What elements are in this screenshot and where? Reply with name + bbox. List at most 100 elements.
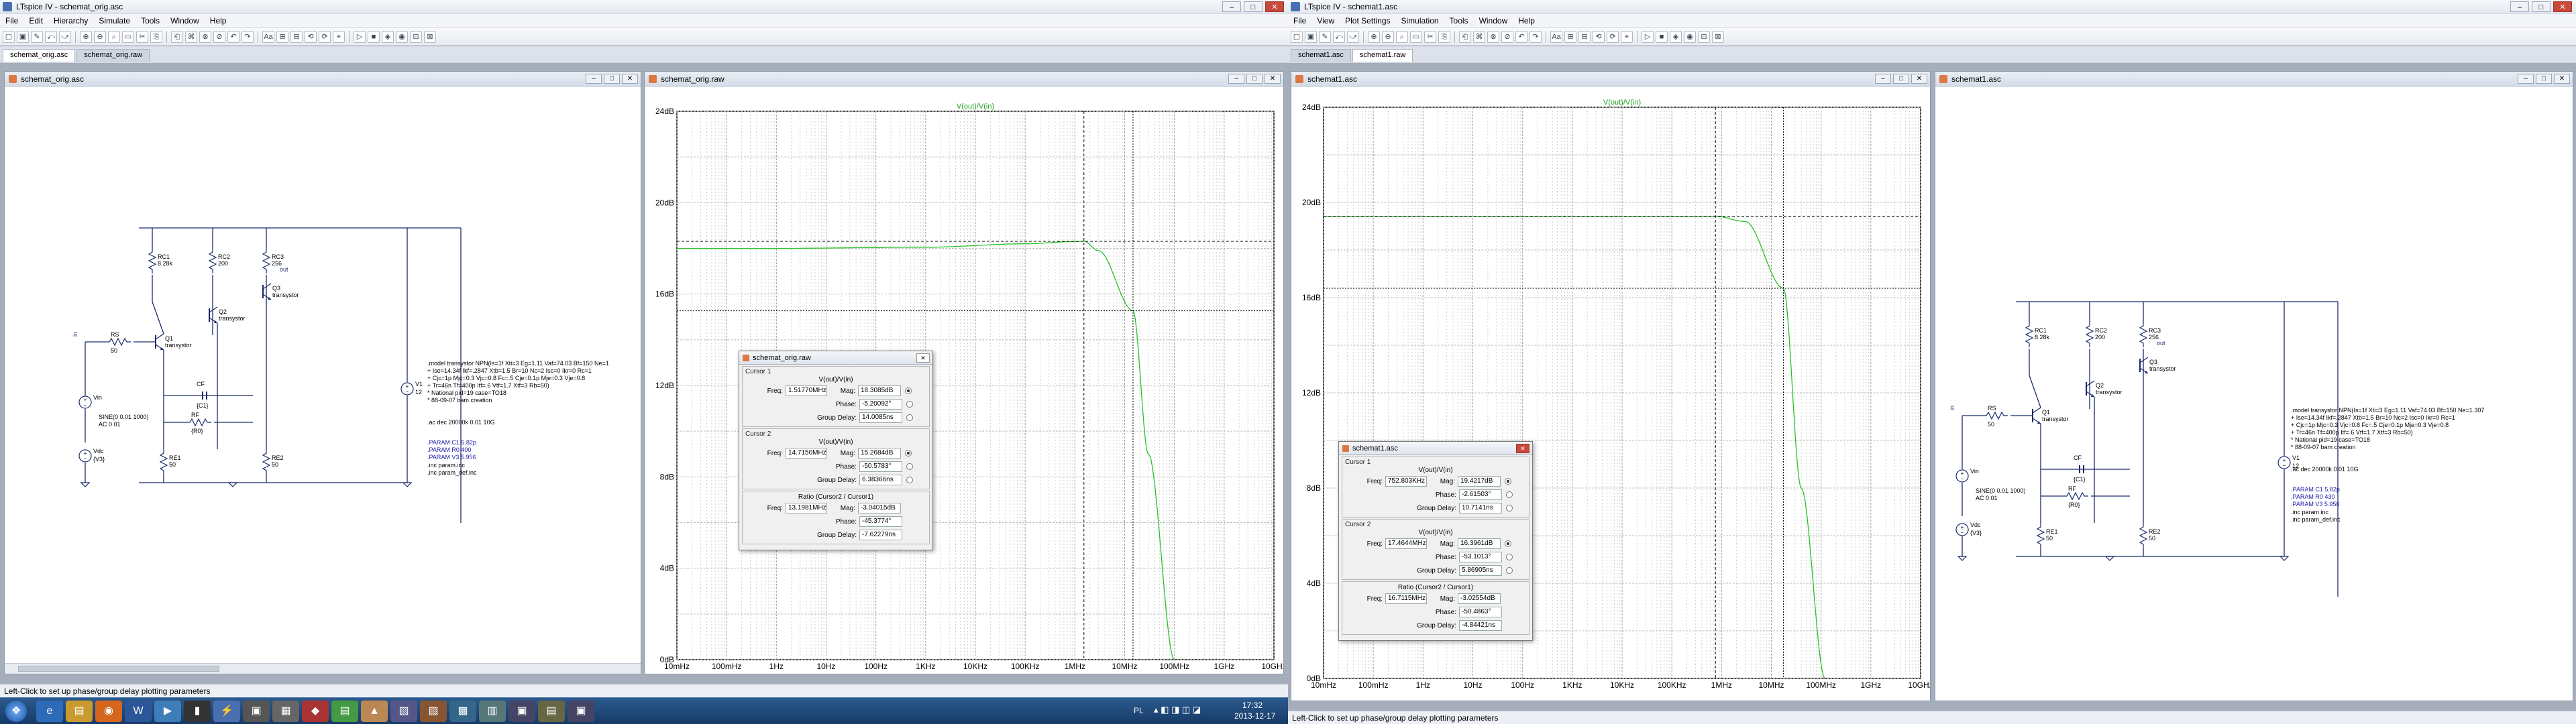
taskbar-app-explorer[interactable]: ▤ [66,701,93,722]
tray-icons[interactable]: ▴ ◧ ◨ ◫ ◪ [1154,705,1201,715]
toolbar-button-icon[interactable]: ↷ [241,30,254,43]
close-button[interactable]: ✕ [1265,1,1284,12]
ratio-mag-field[interactable]: -3.02554dB [1458,593,1501,604]
voltage-source-icon[interactable]: +− [78,396,92,409]
toolbar-button-icon[interactable]: ⟳ [319,30,331,43]
horizontal-scrollbar[interactable] [5,663,641,674]
toolbar-button-icon[interactable]: ⊡ [1698,30,1710,43]
clock-date[interactable]: 2013-12-17 [1234,711,1275,721]
taskbar-app-ltspice[interactable]: ⚡ [213,701,240,722]
toolbar-button-icon[interactable]: Aa [262,30,274,43]
menu-tools[interactable]: Tools [1444,16,1474,25]
taskbar-app-tool9[interactable]: ▣ [508,701,535,722]
dialog-close-button[interactable]: ✕ [916,353,930,363]
child-minimize-button[interactable]: – [1875,74,1891,84]
cursor1-gd-radio[interactable] [906,414,913,421]
toolbar-button-icon[interactable]: ⊟ [1578,30,1591,43]
menu-file[interactable]: File [1288,16,1311,25]
resistor-icon[interactable] [262,248,271,274]
transistor-icon[interactable] [155,333,164,351]
schematic-drawing[interactable]: RC18.28kRC2200RC3256Q1transystorQ2transy… [5,87,641,663]
toolbar-button-icon[interactable]: ▣ [17,30,29,43]
ratio-mag-field[interactable]: -3.04015dB [858,503,901,514]
ratio-phase-field[interactable]: -45.3774° [859,516,902,527]
child-close-button[interactable]: ✕ [2554,74,2570,84]
resistor-icon[interactable] [2139,523,2148,548]
toolbar-button-icon[interactable]: ✂ [1424,30,1436,43]
trace-label[interactable]: V(out)/V(in) [1603,99,1641,107]
toolbar-button-icon[interactable]: ◈ [1670,30,1682,43]
ratio-phase-field[interactable]: -50.4863° [1459,607,1502,617]
trace-label[interactable]: V(out)/V(in) [957,103,994,111]
toolbar-button-icon[interactable]: ⎗ [1459,30,1471,43]
toolbar-button-icon[interactable]: ⎘ [1438,30,1450,43]
menu-simulate[interactable]: Simulate [93,16,136,25]
toolbar-button-icon[interactable]: ⌘ [1473,30,1485,43]
toolbar-button-icon[interactable]: ⟲ [1593,30,1605,43]
menu-window[interactable]: Window [1474,16,1513,25]
child-minimize-button[interactable]: – [586,74,602,84]
cursor2-phase-field[interactable]: -53.1013° [1459,552,1502,562]
transistor-icon[interactable] [262,283,272,300]
toolbar-button-icon[interactable]: ◉ [1684,30,1696,43]
toolbar-button-icon[interactable]: ▣ [1305,30,1317,43]
transistor-icon[interactable] [2032,407,2041,424]
cursor2-mag-field[interactable]: 15.2684dB [858,448,901,459]
minimize-button[interactable]: – [1222,1,1241,12]
tab-schemat-orig-asc[interactable]: schemat_orig.asc [3,49,76,62]
resistor-icon[interactable] [105,337,131,347]
voltage-source-icon[interactable]: +− [2277,456,2291,469]
resistor-icon[interactable] [262,449,271,475]
ratio-freq-field[interactable]: 16.7115MHz [1385,593,1427,604]
menu-edit[interactable]: Edit [23,16,48,25]
toolbar-button-icon[interactable]: ▭ [122,30,134,43]
menu-plot-settings[interactable]: Plot Settings [1340,16,1395,25]
cursor2-gd-radio[interactable] [1506,567,1513,574]
cursor1-group-delay-field[interactable]: 10.7141ns [1459,503,1502,514]
menu-hierarchy[interactable]: Hierarchy [48,16,93,25]
taskbar-app-tool6[interactable]: ▨ [420,701,447,722]
resistor-icon[interactable] [2025,322,2034,347]
toolbar-button-icon[interactable]: ⊞ [276,30,288,43]
transistor-icon[interactable] [2086,380,2095,398]
toolbar-button-icon[interactable]: ⊖ [94,30,106,43]
maximize-button[interactable]: □ [1244,1,1263,12]
taskbar-app-tool10[interactable]: ▤ [538,701,565,722]
schematic-drawing[interactable]: RC18.28kRC2200RC3256Q1transystorQ2transy… [1935,87,2573,701]
toolbar-button-icon[interactable]: ◉ [396,30,408,43]
resistor-icon[interactable] [208,248,217,274]
toolbar-button-icon[interactable]: ⤺ [45,30,57,43]
taskbar-app-tool3[interactable]: ◆ [302,701,329,722]
toolbar-button-icon[interactable]: ▭ [1410,30,1422,43]
child-restore-button[interactable]: □ [1893,74,1909,84]
taskbar-app-tool2[interactable]: ▦ [272,701,299,722]
toolbar-button-icon[interactable]: ⌖ [333,30,345,43]
resistor-icon[interactable] [2063,491,2088,501]
toolbar-button-icon[interactable]: ⊞ [1564,30,1576,43]
toolbar-button-icon[interactable]: ↶ [227,30,239,43]
menu-simulation[interactable]: Simulation [1396,16,1444,25]
child-minimize-button[interactable]: – [1228,74,1244,84]
toolbar-button-icon[interactable]: ⤻ [1347,30,1359,43]
minimize-button[interactable]: – [2510,1,2529,12]
cursor2-mag-radio[interactable] [1505,540,1511,547]
child-close-button[interactable]: ✕ [1911,74,1927,84]
taskbar-app-firefox[interactable]: ◉ [95,701,122,722]
toolbar-button-icon[interactable]: ▢ [3,30,15,43]
tab-schemat1-asc[interactable]: schemat1.asc [1291,49,1351,62]
taskbar-app-tool11[interactable]: ▣ [568,701,594,722]
tab-schemat-orig-raw[interactable]: schemat_orig.raw [76,49,150,62]
wire[interactable] [152,301,164,335]
taskbar-app-media[interactable]: ▶ [154,701,181,722]
toolbar-button-icon[interactable]: ▷ [1642,30,1654,43]
ratio-group-delay-field[interactable]: -4.84421ns [1459,620,1502,631]
toolbar-button-icon[interactable]: ✎ [31,30,43,43]
cursor1-mag-field[interactable]: 19.4217dB [1458,476,1501,487]
toolbar-button-icon[interactable]: ⊟ [290,30,303,43]
tab-schemat1-raw[interactable]: schemat1.raw [1352,49,1413,62]
toolbar-button-icon[interactable]: ⊕ [80,30,92,43]
toolbar-button-icon[interactable]: ⌕ [108,30,120,43]
taskbar-app-tool8[interactable]: ▥ [479,701,506,722]
voltage-source-icon[interactable]: +− [78,449,92,463]
child-restore-button[interactable]: □ [2536,74,2552,84]
